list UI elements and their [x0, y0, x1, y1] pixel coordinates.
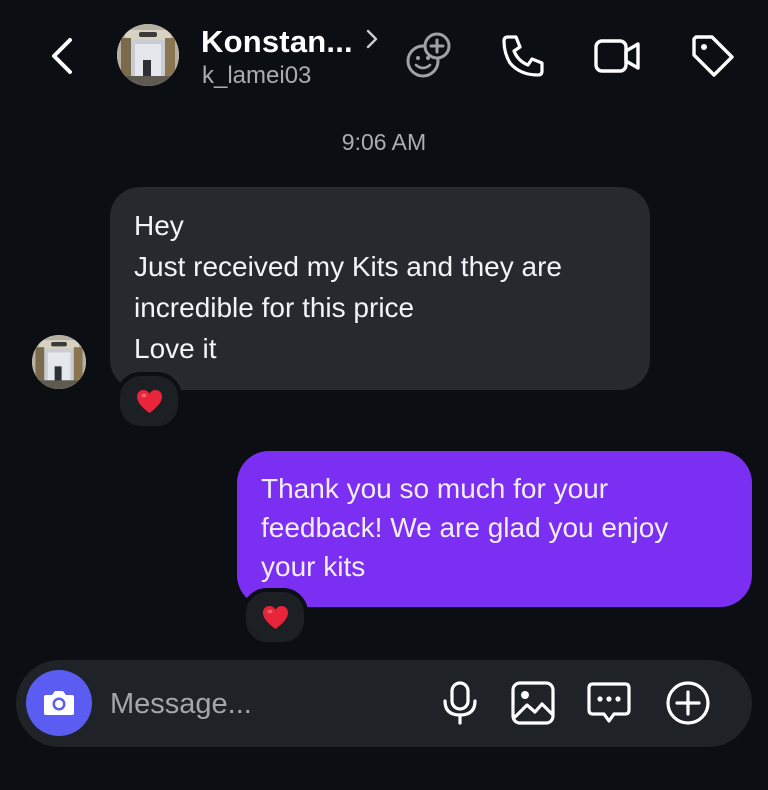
chat-bubble-icon[interactable] — [585, 679, 633, 727]
message-composer — [16, 660, 752, 747]
dm-thread-screen: Konstan... k_lamei03 9:06 AM Hey Just re… — [0, 0, 768, 790]
contact-avatar[interactable] — [117, 24, 179, 86]
microphone-icon[interactable] — [436, 679, 484, 727]
sender-avatar[interactable] — [32, 335, 86, 389]
camera-icon — [44, 691, 74, 715]
message-timestamp: 9:06 AM — [341, 129, 427, 155]
red-heart-icon — [262, 605, 288, 629]
message-line: incredible for this price — [134, 292, 415, 323]
message-line: Hey — [134, 210, 184, 241]
message-line: Love it — [134, 333, 217, 364]
contact-name[interactable]: Konstan... — [201, 24, 353, 60]
tag-icon[interactable] — [688, 31, 738, 81]
phone-icon[interactable] — [498, 31, 548, 81]
plus-circle-icon[interactable] — [664, 679, 712, 727]
image-icon[interactable] — [509, 679, 557, 727]
add-people-icon[interactable] — [403, 31, 453, 81]
message-line: your kits — [261, 551, 366, 582]
outgoing-message-bubble[interactable]: Thank you so much for your feedback! We … — [237, 451, 752, 607]
message-line: Just received my Kits and they are — [134, 251, 562, 282]
incoming-message-bubble[interactable]: Hey Just received my Kits and they are i… — [110, 187, 650, 390]
heart-reaction[interactable] — [116, 372, 182, 430]
chevron-left-icon[interactable] — [42, 34, 82, 78]
thread-header: Konstan... k_lamei03 — [0, 0, 768, 110]
message-input[interactable] — [108, 680, 412, 728]
message-line: feedback! We are glad you enjoy — [261, 512, 669, 543]
chevron-right-icon[interactable] — [362, 26, 382, 52]
video-camera-icon[interactable] — [593, 31, 643, 81]
red-heart-icon — [136, 389, 162, 413]
contact-handle: k_lamei03 — [202, 62, 312, 89]
message-line: Thank you so much for your — [261, 473, 609, 504]
camera-button[interactable] — [26, 670, 92, 736]
heart-reaction[interactable] — [242, 588, 308, 646]
